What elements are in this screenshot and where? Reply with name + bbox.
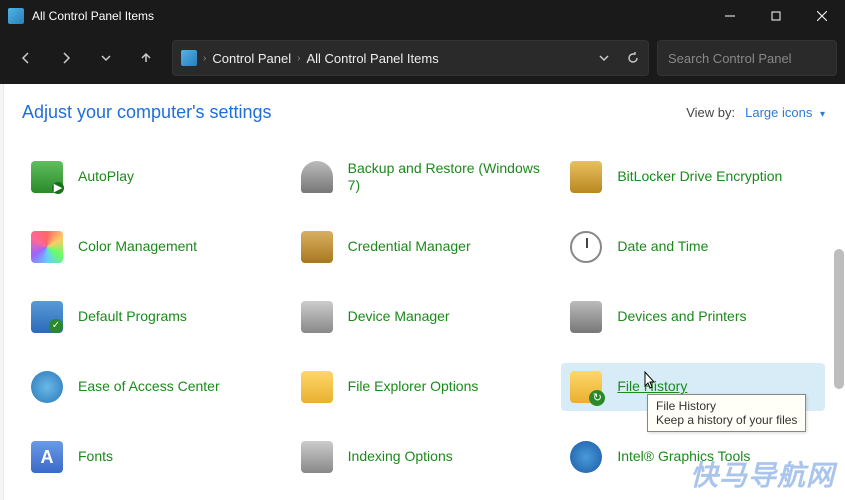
color-icon bbox=[30, 230, 64, 264]
breadcrumb-all-items[interactable]: All Control Panel Items bbox=[306, 51, 438, 66]
device-icon bbox=[300, 300, 334, 334]
item-label: BitLocker Drive Encryption bbox=[617, 168, 782, 186]
item-label: Ease of Access Center bbox=[78, 378, 220, 396]
item-cred[interactable]: Credential Manager bbox=[292, 223, 556, 271]
item-device[interactable]: Device Manager bbox=[292, 293, 556, 341]
backup-icon bbox=[300, 160, 334, 194]
item-date[interactable]: Date and Time bbox=[561, 223, 825, 271]
bitlocker-icon bbox=[569, 160, 603, 194]
default-icon bbox=[30, 300, 64, 334]
chevron-down-icon: ▾ bbox=[820, 109, 825, 120]
item-label: File Explorer Options bbox=[348, 378, 479, 396]
item-bitlocker[interactable]: BitLocker Drive Encryption bbox=[561, 153, 825, 201]
close-button[interactable] bbox=[799, 0, 845, 32]
filehist-icon bbox=[569, 370, 603, 404]
content-area: Adjust your computer's settings View by:… bbox=[0, 84, 845, 500]
intel-icon bbox=[569, 440, 603, 474]
item-intel[interactable]: Intel® Graphics Tools bbox=[561, 433, 825, 481]
address-bar[interactable]: › Control Panel › All Control Panel Item… bbox=[172, 40, 649, 76]
item-label: Default Programs bbox=[78, 308, 187, 326]
app-icon bbox=[8, 8, 24, 24]
main-panel: Adjust your computer's settings View by:… bbox=[4, 84, 845, 500]
index-icon bbox=[300, 440, 334, 474]
window-controls bbox=[707, 0, 845, 32]
folder-icon bbox=[300, 370, 334, 404]
back-button[interactable] bbox=[8, 40, 44, 76]
up-button[interactable] bbox=[128, 40, 164, 76]
scrollbar-thumb[interactable] bbox=[834, 249, 844, 389]
item-label: AutoPlay bbox=[78, 168, 134, 186]
search-input[interactable] bbox=[668, 51, 844, 66]
item-index[interactable]: Indexing Options bbox=[292, 433, 556, 481]
titlebar: All Control Panel Items bbox=[0, 0, 845, 32]
viewby-dropdown[interactable]: Large icons ▾ bbox=[745, 105, 825, 120]
maximize-button[interactable] bbox=[753, 0, 799, 32]
header-row: Adjust your computer's settings View by:… bbox=[22, 102, 825, 123]
item-label: Indexing Options bbox=[348, 448, 453, 466]
item-label: Intel® Graphics Tools bbox=[617, 448, 750, 466]
item-color[interactable]: Color Management bbox=[22, 223, 286, 271]
item-label: Color Management bbox=[78, 238, 197, 256]
item-label: Fonts bbox=[78, 448, 113, 466]
page-title: Adjust your computer's settings bbox=[22, 102, 686, 123]
date-icon bbox=[569, 230, 603, 264]
navbar: › Control Panel › All Control Panel Item… bbox=[0, 32, 845, 84]
item-fonts[interactable]: A Fonts bbox=[22, 433, 286, 481]
item-label: Devices and Printers bbox=[617, 308, 746, 326]
item-default[interactable]: Default Programs bbox=[22, 293, 286, 341]
chevron-right-icon: › bbox=[203, 53, 206, 64]
search-box[interactable] bbox=[657, 40, 837, 76]
item-devprint[interactable]: Devices and Printers bbox=[561, 293, 825, 341]
devprint-icon bbox=[569, 300, 603, 334]
item-ease[interactable]: Ease of Access Center bbox=[22, 363, 286, 411]
item-autoplay[interactable]: AutoPlay bbox=[22, 153, 286, 201]
refresh-button[interactable] bbox=[626, 51, 640, 65]
cred-icon bbox=[300, 230, 334, 264]
viewby-value: Large icons bbox=[745, 105, 812, 120]
item-folder[interactable]: File Explorer Options bbox=[292, 363, 556, 411]
address-dropdown[interactable] bbox=[598, 52, 610, 64]
tooltip-desc: Keep a history of your files bbox=[656, 413, 797, 427]
forward-button[interactable] bbox=[48, 40, 84, 76]
item-label: Credential Manager bbox=[348, 238, 471, 256]
item-label: Date and Time bbox=[617, 238, 708, 256]
minimize-button[interactable] bbox=[707, 0, 753, 32]
recent-dropdown[interactable] bbox=[88, 40, 124, 76]
tooltip: File History Keep a history of your file… bbox=[647, 394, 806, 432]
control-panel-icon bbox=[181, 50, 197, 66]
window-title: All Control Panel Items bbox=[32, 9, 707, 23]
autoplay-icon bbox=[30, 160, 64, 194]
tooltip-title: File History bbox=[656, 399, 797, 413]
item-label: Backup and Restore (Windows 7) bbox=[348, 160, 548, 195]
item-label: Device Manager bbox=[348, 308, 450, 326]
ease-icon bbox=[30, 370, 64, 404]
breadcrumb-control-panel[interactable]: Control Panel bbox=[212, 51, 291, 66]
items-grid: AutoPlay Backup and Restore (Windows 7) Bi… bbox=[22, 153, 825, 500]
item-backup[interactable]: Backup and Restore (Windows 7) bbox=[292, 153, 556, 201]
fonts-icon: A bbox=[30, 440, 64, 474]
viewby-label: View by: bbox=[686, 105, 735, 120]
chevron-right-icon: › bbox=[297, 53, 300, 64]
